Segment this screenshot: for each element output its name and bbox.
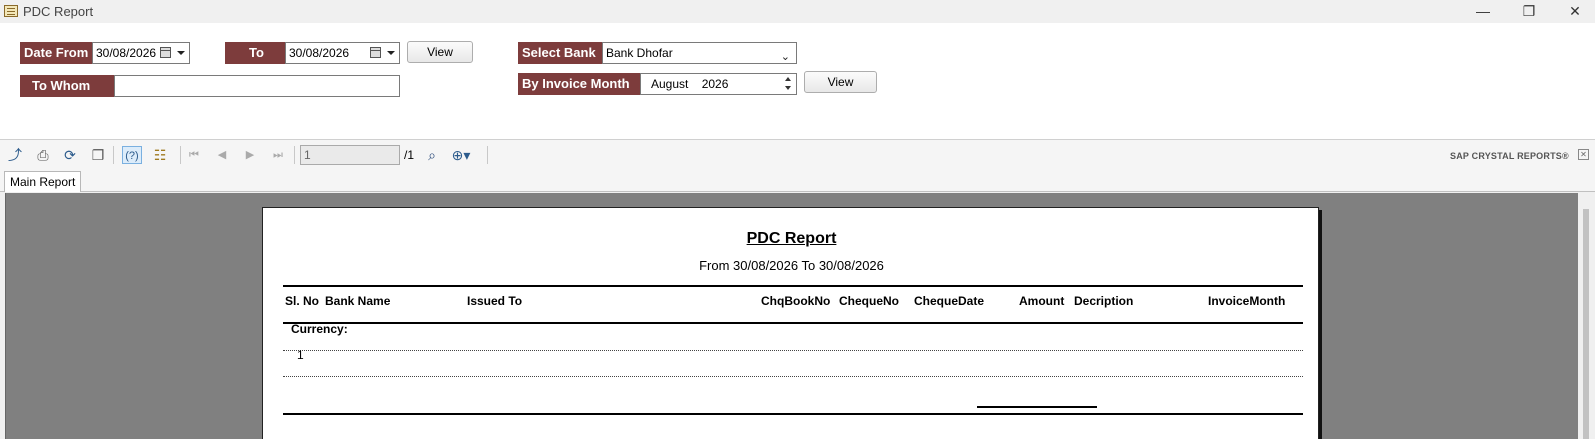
date-from-value: 30/08/2026 bbox=[96, 46, 157, 60]
column-header-invoice-month: InvoiceMonth bbox=[1208, 294, 1286, 308]
spin-up-icon[interactable] bbox=[785, 77, 791, 81]
report-title: PDC Report bbox=[746, 230, 837, 247]
filter-panel: Date From 30/08/2026 To 30/08/2026 View … bbox=[0, 23, 1595, 139]
calendar-icon[interactable] bbox=[160, 47, 171, 58]
view-invoice-month-button[interactable]: View bbox=[804, 71, 877, 93]
refresh-icon[interactable]: ⟳ bbox=[60, 146, 80, 164]
invoice-month-label: By Invoice Month bbox=[518, 73, 640, 95]
export-icon[interactable]: ⤴ bbox=[5, 146, 25, 164]
column-header-chq-book-no: ChqBookNo bbox=[761, 294, 831, 308]
to-whom-label: To Whom bbox=[20, 75, 114, 97]
dropdown-arrow-icon[interactable] bbox=[177, 51, 185, 55]
window-title: PDC Report bbox=[23, 4, 94, 19]
date-from-label: Date From bbox=[20, 42, 92, 64]
divider bbox=[283, 322, 1303, 324]
month-spinner[interactable] bbox=[783, 76, 794, 92]
viewer-toolbar: ⤴ ⎙ ⟳ ❐ (?) ☷ ⏮ ◀ ▶ ⏭ 1 /1 ⌕ ⊕▾ SAP CRYS… bbox=[0, 139, 1595, 170]
column-header-cheque-no: ChequeNo bbox=[839, 294, 899, 308]
divider bbox=[283, 285, 1303, 287]
first-page-icon[interactable]: ⏮ bbox=[184, 146, 204, 164]
bank-select[interactable]: Bank Dhofar ⌄ bbox=[602, 42, 797, 64]
table-row-sl-no: 1 bbox=[297, 348, 304, 362]
toolbar-separator bbox=[113, 146, 114, 164]
title-bar: PDC Report — ❐ ✕ bbox=[0, 0, 1595, 23]
view-button[interactable]: View bbox=[407, 41, 473, 63]
copy-icon[interactable]: ❐ bbox=[88, 146, 108, 164]
report-tabstrip: Main Report bbox=[0, 170, 1595, 192]
spin-down-icon[interactable] bbox=[785, 86, 791, 90]
column-header-issued-to: Issued To bbox=[467, 294, 523, 308]
app-icon bbox=[4, 5, 18, 17]
column-header-sl-no: Sl. No bbox=[285, 294, 320, 308]
brand-label: SAP CRYSTAL REPORTS® bbox=[1450, 151, 1569, 161]
column-header-amount: Amount bbox=[1019, 294, 1065, 308]
column-header-bank-name: Bank Name bbox=[325, 294, 391, 308]
zoom-icon[interactable]: ⊕▾ bbox=[451, 146, 471, 164]
dropdown-arrow-icon[interactable] bbox=[387, 51, 395, 55]
toolbar-separator bbox=[294, 146, 295, 164]
date-from-picker[interactable]: 30/08/2026 bbox=[92, 42, 190, 64]
page-total: /1 bbox=[404, 148, 415, 162]
currency-label: Currency: bbox=[291, 322, 348, 336]
close-icon[interactable]: ✕ bbox=[1578, 149, 1589, 160]
minimize-button[interactable]: — bbox=[1460, 0, 1506, 23]
divider bbox=[283, 413, 1303, 415]
tab-main-report[interactable]: Main Report bbox=[4, 171, 82, 192]
chevron-down-icon[interactable]: ⌄ bbox=[781, 47, 790, 67]
invoice-month-value: August bbox=[651, 77, 689, 91]
next-page-icon[interactable]: ▶ bbox=[240, 146, 260, 164]
print-icon[interactable]: ⎙ bbox=[33, 146, 53, 164]
vertical-scrollbar[interactable] bbox=[1578, 193, 1595, 439]
find-icon[interactable]: ⌕ bbox=[422, 146, 442, 164]
last-page-icon[interactable]: ⏭ bbox=[268, 146, 288, 164]
toolbar-separator bbox=[180, 146, 181, 164]
date-to-value: 30/08/2026 bbox=[289, 46, 350, 60]
to-label: To bbox=[225, 42, 285, 64]
column-header-description: Decription bbox=[1074, 294, 1134, 308]
prev-page-icon[interactable]: ◀ bbox=[212, 146, 232, 164]
calendar-icon[interactable] bbox=[370, 47, 381, 58]
page-number-input[interactable]: 1 bbox=[300, 145, 400, 165]
dotted-divider bbox=[283, 350, 1303, 351]
dotted-divider bbox=[283, 376, 1303, 377]
date-to-picker[interactable]: 30/08/2026 bbox=[285, 42, 400, 64]
to-whom-input[interactable] bbox=[114, 75, 400, 97]
maximize-button[interactable]: ❐ bbox=[1506, 0, 1552, 23]
bank-select-value: Bank Dhofar bbox=[606, 46, 673, 60]
close-button[interactable]: ✕ bbox=[1552, 0, 1595, 23]
scrollbar-thumb[interactable] bbox=[1583, 209, 1589, 439]
invoice-month-picker[interactable]: August 2026 bbox=[640, 73, 797, 95]
column-header-cheque-date: ChequeDate bbox=[914, 294, 985, 308]
report-page: PDC Report From 30/08/2026 To 30/08/2026… bbox=[262, 207, 1319, 439]
help-icon[interactable]: (?) bbox=[122, 146, 142, 164]
select-bank-label: Select Bank bbox=[518, 42, 602, 64]
invoice-year-value: 2026 bbox=[701, 77, 729, 91]
amount-total-underline bbox=[977, 406, 1097, 408]
group-tree-icon[interactable]: ☷ bbox=[150, 146, 170, 164]
report-subtitle: From 30/08/2026 To 30/08/2026 bbox=[699, 258, 884, 273]
toolbar-separator bbox=[487, 146, 488, 164]
